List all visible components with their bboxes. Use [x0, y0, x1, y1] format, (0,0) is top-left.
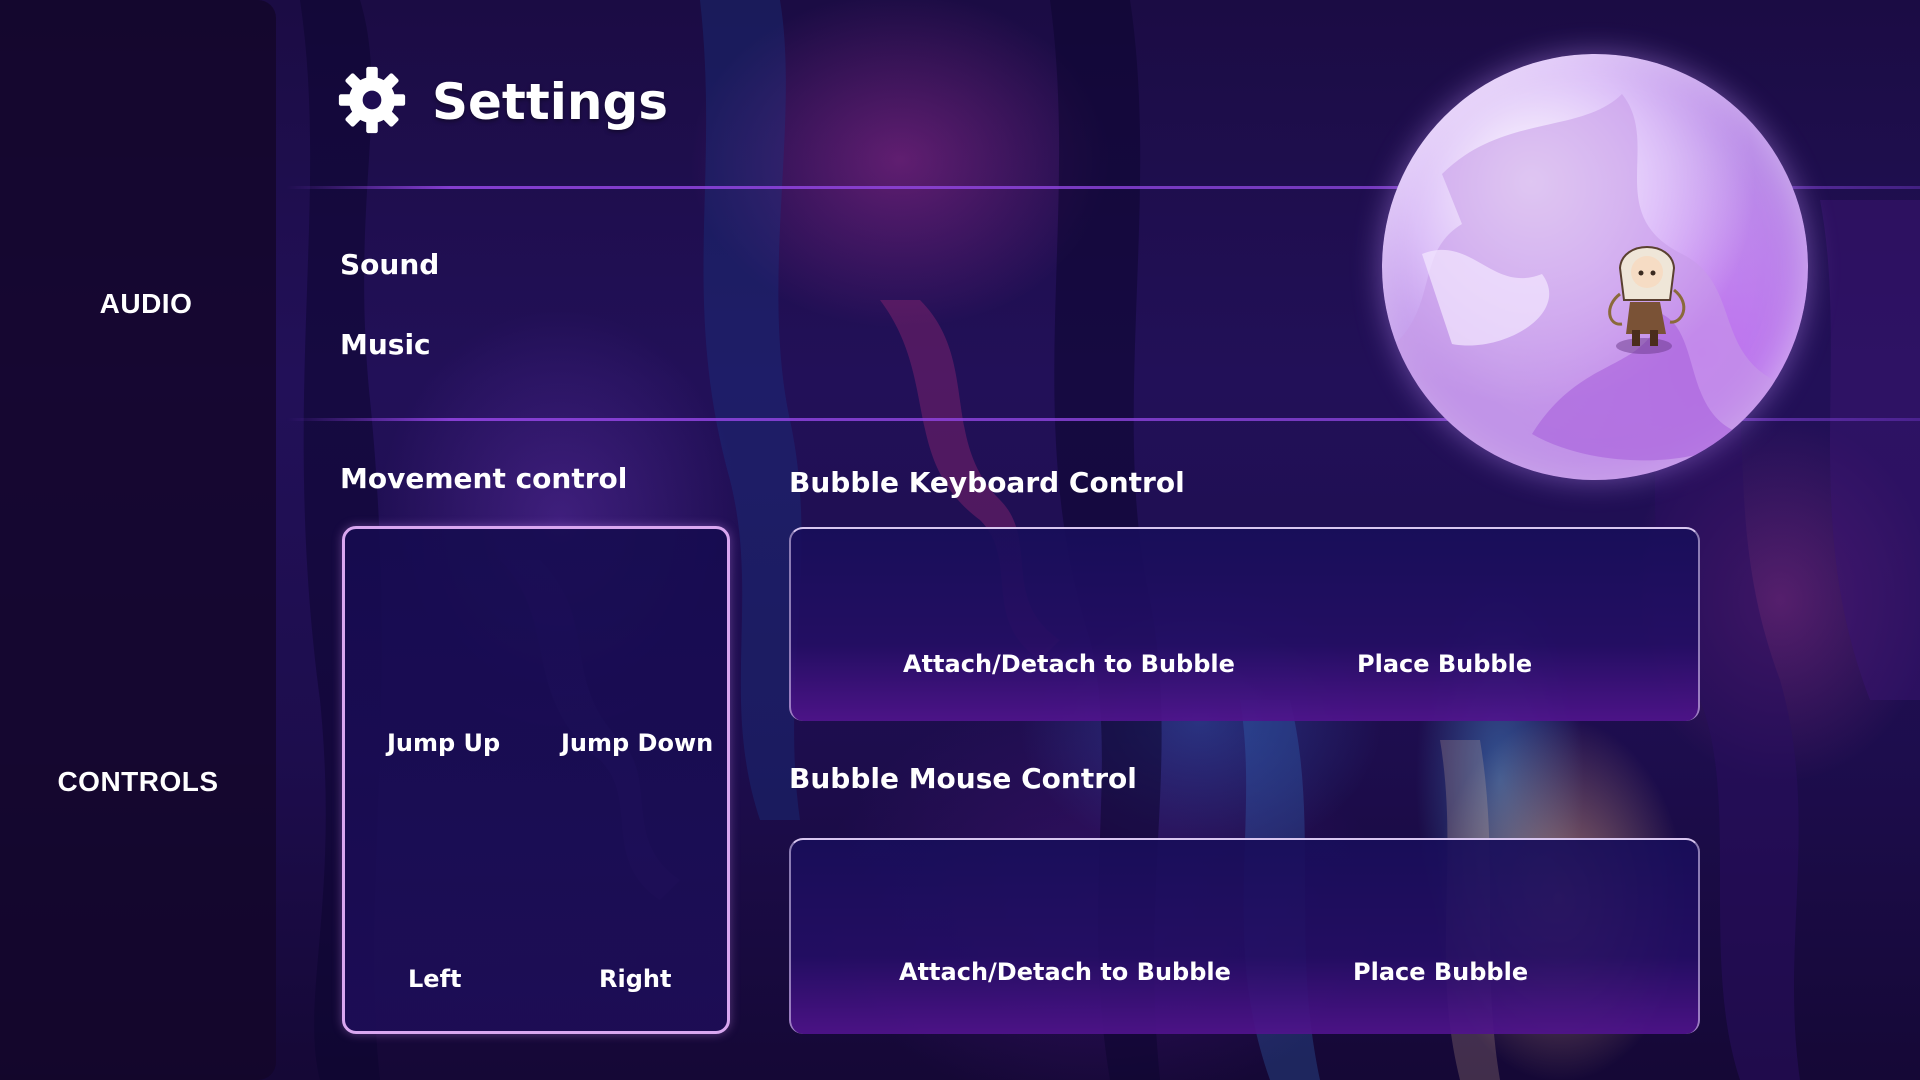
- sidebar-item-controls[interactable]: CONTROLS: [0, 766, 276, 798]
- sidebar-item-audio[interactable]: AUDIO: [8, 288, 284, 320]
- bubble-keyboard-heading: Bubble Keyboard Control: [789, 466, 1185, 499]
- bubble-keyboard-panel: Attach/Detach to Bubble Place Bubble: [789, 527, 1700, 721]
- music-setting-label[interactable]: Music: [340, 328, 431, 361]
- jump-up-binding[interactable]: Jump Up: [387, 729, 500, 757]
- jump-down-binding[interactable]: Jump Down: [561, 729, 713, 757]
- bubble-mouse-panel: Attach/Detach to Bubble Place Bubble: [789, 838, 1700, 1034]
- movement-control-heading: Movement control: [340, 462, 628, 495]
- character-preview-bubble: [1382, 54, 1808, 480]
- bubble-mouse-heading: Bubble Mouse Control: [789, 762, 1137, 795]
- keyboard-place-bubble-binding[interactable]: Place Bubble: [1357, 650, 1532, 678]
- keyboard-attach-detach-binding[interactable]: Attach/Detach to Bubble: [903, 650, 1235, 678]
- gear-icon: [336, 64, 408, 140]
- page-header: Settings: [336, 64, 668, 140]
- movement-control-panel: Jump Up Jump Down Left Right: [342, 526, 730, 1034]
- move-right-binding[interactable]: Right: [599, 965, 671, 993]
- mouse-attach-detach-binding[interactable]: Attach/Detach to Bubble: [899, 958, 1231, 986]
- page-title: Settings: [432, 73, 669, 131]
- mouse-place-bubble-binding[interactable]: Place Bubble: [1353, 958, 1528, 986]
- sound-setting-label[interactable]: Sound: [340, 248, 439, 281]
- move-left-binding[interactable]: Left: [408, 965, 461, 993]
- settings-sidebar: AUDIO CONTROLS: [0, 0, 276, 1080]
